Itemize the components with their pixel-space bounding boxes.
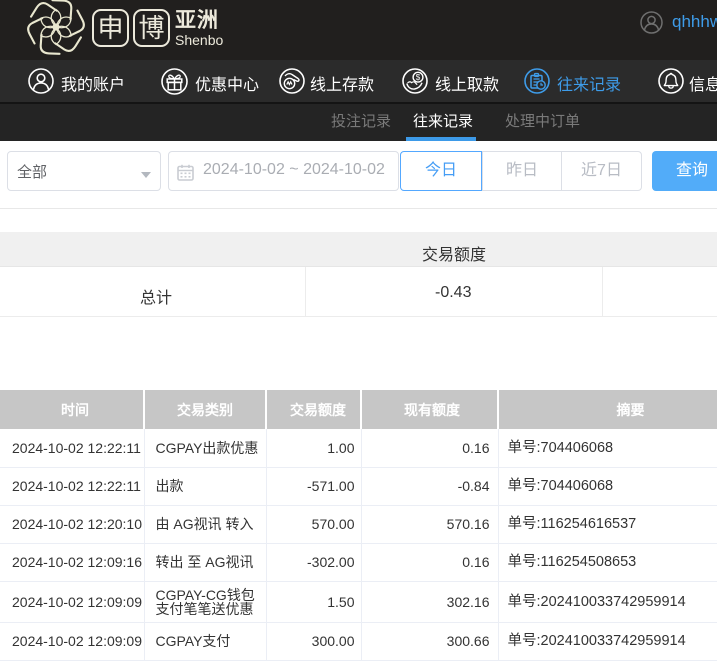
svg-text:$: $	[416, 73, 421, 82]
